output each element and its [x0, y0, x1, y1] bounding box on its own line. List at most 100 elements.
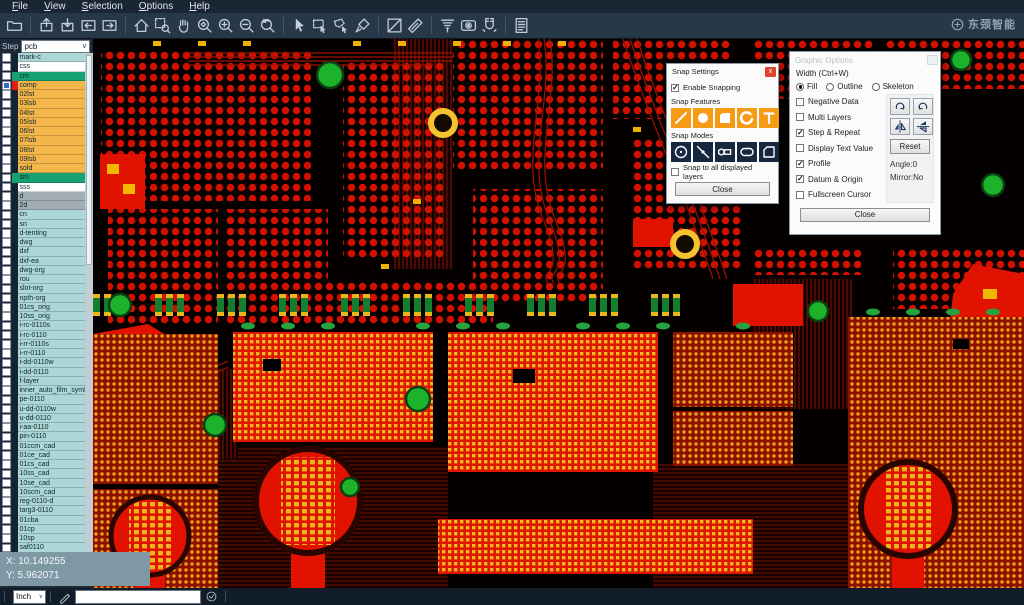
snap-mode-key-icon[interactable]	[715, 142, 735, 162]
snap-dialog-titlebar[interactable]: Snap Settings x	[667, 64, 778, 78]
layer-name[interactable]: inner_auto_film_symb	[18, 386, 86, 395]
notes-icon[interactable]	[511, 15, 532, 37]
menu-selection[interactable]: Selection	[74, 0, 131, 13]
layer-checkbox[interactable]	[2, 470, 11, 479]
layer-name[interactable]: 04lst	[18, 109, 86, 118]
layer-row[interactable]: pe-0110	[0, 395, 85, 404]
layer-row[interactable]: 10sp	[0, 534, 85, 543]
layer-name[interactable]: comp	[18, 81, 86, 90]
layer-name[interactable]: 01ce_cad	[18, 451, 86, 460]
menu-help[interactable]: Help	[181, 0, 218, 13]
layer-checkbox[interactable]	[2, 146, 11, 155]
layer-checkbox[interactable]	[2, 303, 11, 312]
home-icon[interactable]	[131, 15, 152, 37]
snap-feature-corner-icon[interactable]	[715, 108, 735, 128]
layer-row[interactable]: npth-org	[0, 294, 85, 303]
layer-checkbox[interactable]	[2, 294, 11, 303]
zoom-out-icon[interactable]	[236, 15, 257, 37]
layer-scrollbar-thumb[interactable]	[86, 55, 92, 265]
confirm-icon[interactable]	[203, 590, 219, 604]
measure-icon[interactable]	[384, 15, 405, 37]
snap-feature-pad-icon[interactable]	[693, 108, 713, 128]
layer-row[interactable]: dwg-org	[0, 266, 85, 275]
flip-v-icon[interactable]	[913, 118, 933, 135]
layer-scrollbar[interactable]	[85, 53, 93, 553]
layer-row[interactable]: 01ce_cad	[0, 451, 85, 460]
layer-row[interactable]: 10se_cad	[0, 479, 85, 488]
radio-outline[interactable]	[826, 83, 834, 91]
layer-row[interactable]: cn	[0, 210, 85, 219]
layer-checkbox[interactable]	[2, 451, 11, 460]
open-icon[interactable]	[4, 15, 25, 37]
layer-checkbox[interactable]	[2, 534, 11, 543]
layer-checkbox[interactable]	[2, 201, 11, 210]
layer-checkbox[interactable]	[2, 433, 11, 442]
layer-checkbox[interactable]	[2, 109, 11, 118]
layer-name[interactable]: i-rc-0110s	[18, 321, 86, 330]
snap-close-button[interactable]: Close	[675, 182, 770, 196]
layer-checkbox[interactable]	[2, 81, 11, 90]
layer-row[interactable]: 01cs_cad	[0, 460, 85, 469]
layer-row[interactable]: mark-c	[0, 53, 85, 62]
layer-name[interactable]: sn	[18, 220, 86, 229]
graphic-option-display-text-value[interactable]: Display Text Value	[796, 141, 882, 157]
snap-mode-point-icon[interactable]	[693, 142, 713, 162]
layer-name[interactable]: 10ss_orig	[18, 312, 86, 321]
checkbox-icon[interactable]	[671, 168, 679, 176]
layer-row[interactable]: 07lsb	[0, 136, 85, 145]
layer-name[interactable]: 10ss_cad	[18, 469, 86, 478]
layer-checkbox[interactable]	[2, 238, 11, 247]
layer-row[interactable]: inner_auto_film_symb	[0, 386, 85, 395]
snap-mode-center-icon[interactable]	[671, 142, 691, 162]
graphic-option-profile[interactable]: Profile	[796, 156, 882, 172]
layer-checkbox[interactable]	[2, 248, 11, 257]
radio-fill[interactable]	[796, 83, 804, 91]
layer-row[interactable]: sn	[0, 220, 85, 229]
layer-checkbox[interactable]	[2, 275, 11, 284]
layer-checkbox[interactable]	[2, 257, 11, 266]
layer-name[interactable]: 10scm_cad	[18, 488, 86, 497]
layer-checkbox[interactable]	[2, 349, 11, 358]
layer-checkbox[interactable]	[2, 396, 11, 405]
layer-row[interactable]: sold	[0, 164, 85, 173]
layer-name[interactable]: i-aa-0110	[18, 423, 86, 432]
checkbox-icon[interactable]	[796, 191, 804, 199]
layer-name[interactable]: mark-c	[18, 53, 86, 62]
layer-name[interactable]: reg-0110-d	[18, 497, 86, 506]
layer-row[interactable]: 08lst	[0, 146, 85, 155]
layer-checkbox[interactable]	[2, 229, 11, 238]
layer-checkbox[interactable]	[2, 322, 11, 331]
layer-checkbox[interactable]	[2, 377, 11, 386]
layer-row[interactable]: slot-org	[0, 284, 85, 293]
layer-row[interactable]: u-dd-0110	[0, 414, 85, 423]
layer-name[interactable]: sss	[18, 183, 86, 192]
select-rect-icon[interactable]	[310, 15, 331, 37]
layer-name[interactable]: pe-0110	[18, 395, 86, 404]
layer-name[interactable]: sold	[18, 164, 86, 173]
layer-checkbox[interactable]	[2, 414, 11, 423]
layer-row[interactable]: dwg	[0, 238, 85, 247]
layer-row[interactable]: 05lsb	[0, 118, 85, 127]
layer-checkbox[interactable]	[2, 479, 11, 488]
layer-row[interactable]: i-rr-0110s	[0, 340, 85, 349]
layer-row[interactable]: 04lst	[0, 109, 85, 118]
layer-name[interactable]: i-rc-0110	[18, 331, 86, 340]
layer-checkbox[interactable]	[2, 220, 11, 229]
layer-name[interactable]: pin-0110	[18, 432, 86, 441]
layer-checkbox[interactable]	[2, 53, 11, 62]
layer-name[interactable]: rou	[18, 275, 86, 284]
layer-name[interactable]: 02lst	[18, 90, 86, 99]
layer-name[interactable]: 01ccm_cad	[18, 442, 86, 451]
layer-row[interactable]: 01ccm_cad	[0, 442, 85, 451]
layer-name[interactable]: u-dd-0110	[18, 414, 86, 423]
layer-checkbox[interactable]	[2, 155, 11, 164]
zoom-window-icon[interactable]	[194, 15, 215, 37]
layer-name[interactable]: css	[18, 62, 86, 71]
graphic-option-datum-origin[interactable]: Datum & Origin	[796, 172, 882, 188]
screen-prev-icon[interactable]	[78, 15, 99, 37]
checkbox-icon[interactable]	[671, 84, 679, 92]
layer-row[interactable]: dxf	[0, 247, 85, 256]
layer-row[interactable]: d	[0, 192, 85, 201]
checkbox-icon[interactable]	[796, 144, 804, 152]
layer-name[interactable]: 01cs_orig	[18, 303, 86, 312]
